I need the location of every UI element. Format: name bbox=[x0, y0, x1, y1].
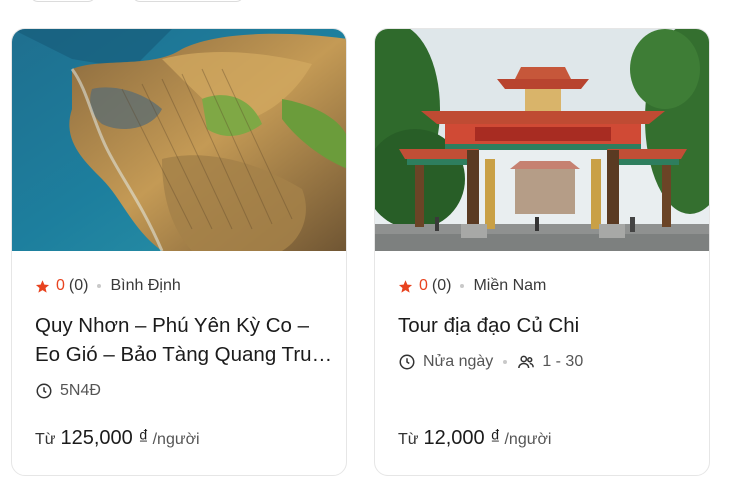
rating-row: 0 (0) Bình Định bbox=[35, 277, 181, 295]
price-unit: /người bbox=[504, 431, 552, 448]
tour-title[interactable]: Tour địa đạo Củ Chi bbox=[398, 311, 698, 340]
tour-title[interactable]: Quy Nhơn – Phú Yên Kỳ Co – Eo Gió – Bảo … bbox=[35, 311, 335, 369]
duration-row: 5N4Đ bbox=[35, 382, 101, 400]
location-label: Miền Nam bbox=[473, 277, 547, 294]
filter-chip[interactable] bbox=[132, 0, 244, 2]
tour-card[interactable]: 0 (0) Bình Định Quy Nhơn – Phú Yên Kỳ Co… bbox=[11, 28, 347, 476]
separator-dot bbox=[503, 360, 508, 364]
price-row: Từ 12,000 ₫ /người bbox=[398, 427, 551, 450]
review-count: (0) bbox=[431, 277, 452, 294]
price-amount: 125,000 ₫ bbox=[60, 427, 149, 449]
clock-icon bbox=[399, 354, 415, 370]
price-prefix: Từ bbox=[35, 431, 56, 448]
star-icon bbox=[398, 279, 413, 293]
group-icon bbox=[518, 355, 535, 369]
price-unit: /người bbox=[152, 431, 200, 448]
separator-dot bbox=[460, 284, 465, 288]
filter-chip[interactable] bbox=[30, 0, 96, 2]
separator-dot bbox=[97, 284, 102, 288]
rating-row: 0 (0) Miền Nam bbox=[398, 277, 546, 295]
star-icon bbox=[35, 279, 50, 293]
rating-value: 0 bbox=[419, 277, 428, 294]
price-prefix: Từ bbox=[398, 431, 419, 448]
rating-value: 0 bbox=[56, 277, 65, 294]
tour-card[interactable]: 0 (0) Miền Nam Tour địa đạo Củ Chi Nửa n… bbox=[374, 28, 710, 476]
tour-image-coastal-rocks[interactable] bbox=[12, 29, 346, 251]
location-label: Bình Định bbox=[110, 277, 181, 294]
duration-label: Nửa ngày bbox=[423, 353, 494, 370]
clock-icon bbox=[36, 383, 52, 399]
duration-row: Nửa ngày 1 - 30 bbox=[398, 353, 583, 371]
price-row: Từ 125,000 ₫ /người bbox=[35, 427, 200, 450]
group-size-label: 1 - 30 bbox=[542, 353, 584, 370]
duration-label: 5N4Đ bbox=[60, 382, 101, 399]
review-count: (0) bbox=[68, 277, 89, 294]
tour-image-temple-gate[interactable] bbox=[375, 29, 709, 251]
price-amount: 12,000 ₫ bbox=[423, 427, 501, 449]
